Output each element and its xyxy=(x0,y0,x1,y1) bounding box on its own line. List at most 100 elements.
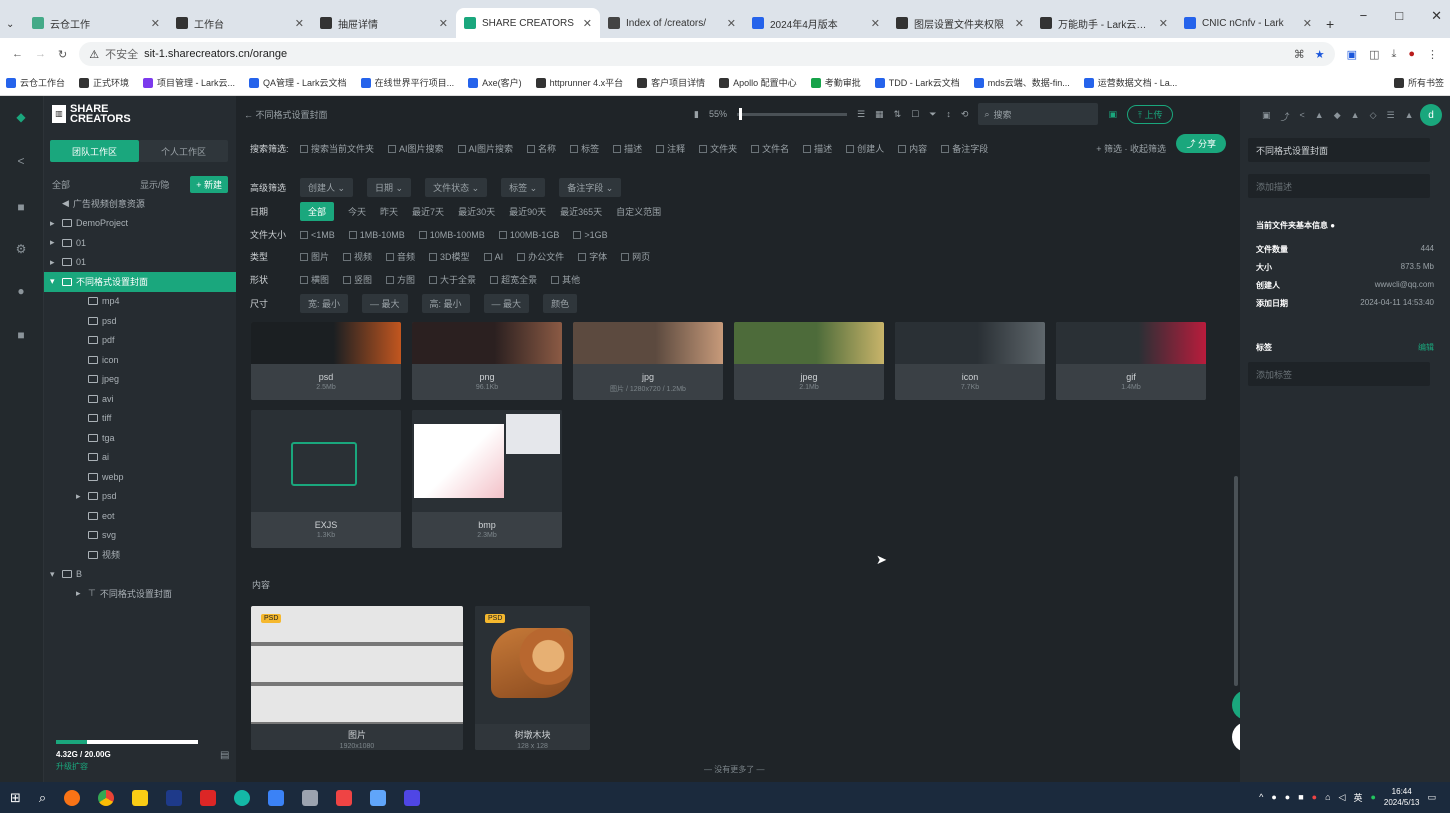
profile-icon[interactable]: ● xyxy=(1408,48,1415,60)
volume-icon[interactable]: ◁ xyxy=(1339,792,1346,803)
filter-checkbox[interactable]: <1MB xyxy=(300,230,335,240)
filter-checkbox[interactable]: 内容 xyxy=(898,142,927,155)
browser-tab[interactable]: 云仓工作 ✕ xyxy=(24,8,168,38)
bookmark-star-icon[interactable]: ★ xyxy=(1315,48,1325,61)
browser-tab[interactable]: SHARE CREATORS ✕ xyxy=(456,8,600,38)
browser-tab[interactable]: 工作台 ✕ xyxy=(168,8,312,38)
bookmark-item[interactable]: Axe(客户) xyxy=(468,76,522,89)
list-view-icon[interactable]: ☰ xyxy=(857,109,865,120)
avatar[interactable]: d xyxy=(1420,104,1442,126)
app-icon-blue[interactable] xyxy=(268,789,285,806)
bookmark-item[interactable]: TDD - Lark云文档 xyxy=(874,76,960,89)
filter-checkbox[interactable]: 网页 xyxy=(621,250,650,263)
tab-close-icon[interactable]: ✕ xyxy=(295,17,304,30)
lark-icon[interactable] xyxy=(370,789,387,806)
tab-list-icon[interactable]: ⌄ xyxy=(6,19,24,30)
folder-tree-item[interactable]: ▸ 01 xyxy=(44,233,236,253)
tray-icon-2[interactable]: ● xyxy=(1285,792,1290,802)
minimize-button[interactable]: − xyxy=(1360,8,1368,24)
tray-icon-4[interactable]: ● xyxy=(1312,792,1317,802)
filter-checkbox[interactable]: 其他 xyxy=(551,273,580,286)
new-folder-button[interactable]: + 新建 xyxy=(190,176,228,193)
filter-checkbox[interactable]: 搜索当前文件夹 xyxy=(300,142,374,155)
browser-tab[interactable]: 万能助手 - Lark云文档 ✕ xyxy=(1032,8,1176,38)
tool-icon-8[interactable]: ☰ xyxy=(1386,110,1394,123)
translate-icon[interactable]: ⌘ xyxy=(1294,48,1305,61)
windows-start-icon[interactable]: ⊞ xyxy=(10,790,21,806)
filter-option[interactable]: 高: 最小 xyxy=(421,294,470,313)
filter-checkbox[interactable]: >1GB xyxy=(573,230,608,240)
file-card[interactable]: png 96.1Kb xyxy=(412,322,562,400)
filter-checkbox[interactable]: 音频 xyxy=(386,250,415,263)
share-button[interactable]: ⤴ 分享 xyxy=(1176,134,1226,153)
browser-tab[interactable]: 2024年4月版本 ✕ xyxy=(744,8,888,38)
file-card[interactable]: EXJS 1.3Kb xyxy=(251,410,401,548)
file-card[interactable]: jpeg 2.1Mb xyxy=(734,322,884,400)
filter-checkbox[interactable]: 横图 xyxy=(300,273,329,286)
filter-checkbox[interactable]: 100MB-1GB xyxy=(498,230,559,240)
folder-tree-item[interactable]: ▸ 01 xyxy=(44,253,236,273)
tray-icon-5[interactable]: ● xyxy=(1370,792,1375,802)
filter-checkbox[interactable]: 描述 xyxy=(803,142,832,155)
app-icon-teal[interactable] xyxy=(234,789,251,806)
filter-checkbox[interactable]: AI图片搜索 xyxy=(457,142,513,155)
tool-icon-2[interactable]: ⤴ xyxy=(1281,110,1290,123)
bookmark-item[interactable]: httprunner 4.x平台 xyxy=(535,76,623,89)
zoom-slider[interactable] xyxy=(736,107,847,120)
folder-tree-item[interactable]: webp xyxy=(44,467,236,487)
folder-tree-item[interactable]: avi xyxy=(44,389,236,409)
filter-checkbox[interactable]: 文件夹 xyxy=(699,142,737,155)
tag-input[interactable]: 添加标签 xyxy=(1248,362,1430,386)
filter-option[interactable]: 颜色 xyxy=(543,294,578,313)
folder-tree-item[interactable]: ▾ B xyxy=(44,565,236,585)
app-icon-gray[interactable] xyxy=(302,789,319,806)
filter-checkbox[interactable]: 竖图 xyxy=(343,273,372,286)
filter-option[interactable]: 全部 xyxy=(300,202,335,221)
browser-tab[interactable]: CNIC nCnfv - Lark ✕ xyxy=(1176,8,1320,38)
filter-option[interactable]: 备注字段 ⌄ xyxy=(559,178,622,197)
breadcrumb[interactable]: ← 不同格式设置封面 xyxy=(244,108,684,121)
file-card[interactable]: bmp 2.3Mb xyxy=(412,410,562,548)
forward-icon[interactable]: → xyxy=(35,48,46,60)
tool-icon-5[interactable]: ◆ xyxy=(1334,110,1341,123)
bookmark-item[interactable]: 所有书签 xyxy=(1393,76,1444,89)
tree-caret-icon[interactable]: ▸ xyxy=(50,218,58,229)
filter-option[interactable]: 宽: 最小 xyxy=(300,294,349,313)
collapse-panel-icon[interactable]: ▤ xyxy=(220,750,229,761)
folder-tree-item[interactable]: jpeg xyxy=(44,370,236,390)
folder-description-field[interactable]: 添加描述 xyxy=(1248,174,1430,198)
folder-tree-item[interactable]: svg xyxy=(44,526,236,546)
filter-option[interactable]: 最近7天 xyxy=(412,205,444,218)
tool-icon-3[interactable]: < xyxy=(1300,110,1305,123)
filter-checkbox[interactable]: AI图片搜索 xyxy=(388,142,444,155)
folder-tree-item[interactable]: ▾ 不同格式设置封面 xyxy=(44,272,236,292)
browser-tab[interactable]: 图层设置文件夹权限 ✕ xyxy=(888,8,1032,38)
tab-close-icon[interactable]: ✕ xyxy=(727,17,736,30)
main-scrollbar[interactable] xyxy=(1234,476,1238,686)
folder-tree-item[interactable]: pdf xyxy=(44,331,236,351)
tab-personal-workspace[interactable]: 个人工作区 xyxy=(139,140,228,162)
tags-edit-link[interactable]: 编辑 xyxy=(1418,342,1434,353)
network-icon[interactable]: ⌂ xyxy=(1325,792,1330,802)
filter-option[interactable]: — 最大 xyxy=(483,294,530,313)
zoom-slider-handle[interactable] xyxy=(738,107,742,120)
tab-close-icon[interactable]: ✕ xyxy=(871,17,880,30)
folder-tree-item[interactable]: psd xyxy=(44,311,236,331)
chrome-icon[interactable] xyxy=(98,789,115,806)
bookmark-item[interactable]: 云仓工作台 xyxy=(6,76,65,89)
image-search-icon[interactable]: ▣ xyxy=(1108,109,1117,120)
bookmark-item[interactable]: 正式环境 xyxy=(79,76,129,89)
sidebar-icon[interactable]: ◫ xyxy=(1369,48,1379,61)
filter-option[interactable]: 最近30天 xyxy=(458,205,495,218)
tree-toggle-link[interactable]: 显示/隐 xyxy=(140,178,170,191)
filter-option[interactable]: 文件状态 ⌄ xyxy=(425,178,488,197)
browser-tab[interactable]: 抽屉详情 ✕ xyxy=(312,8,456,38)
folder-tree-item[interactable]: eot xyxy=(44,506,236,526)
filter-checkbox[interactable]: 超宽全景 xyxy=(490,273,537,286)
bookmark-item[interactable]: 在线世界平行项目... xyxy=(360,76,454,89)
tab-close-icon[interactable]: ✕ xyxy=(1303,17,1312,30)
settings-icon[interactable]: ⚙ xyxy=(14,242,28,256)
tab-close-icon[interactable]: ✕ xyxy=(1015,17,1024,30)
filter-checkbox[interactable]: 字体 xyxy=(578,250,607,263)
bookmark-item[interactable]: Apollo 配置中心 xyxy=(719,76,797,89)
